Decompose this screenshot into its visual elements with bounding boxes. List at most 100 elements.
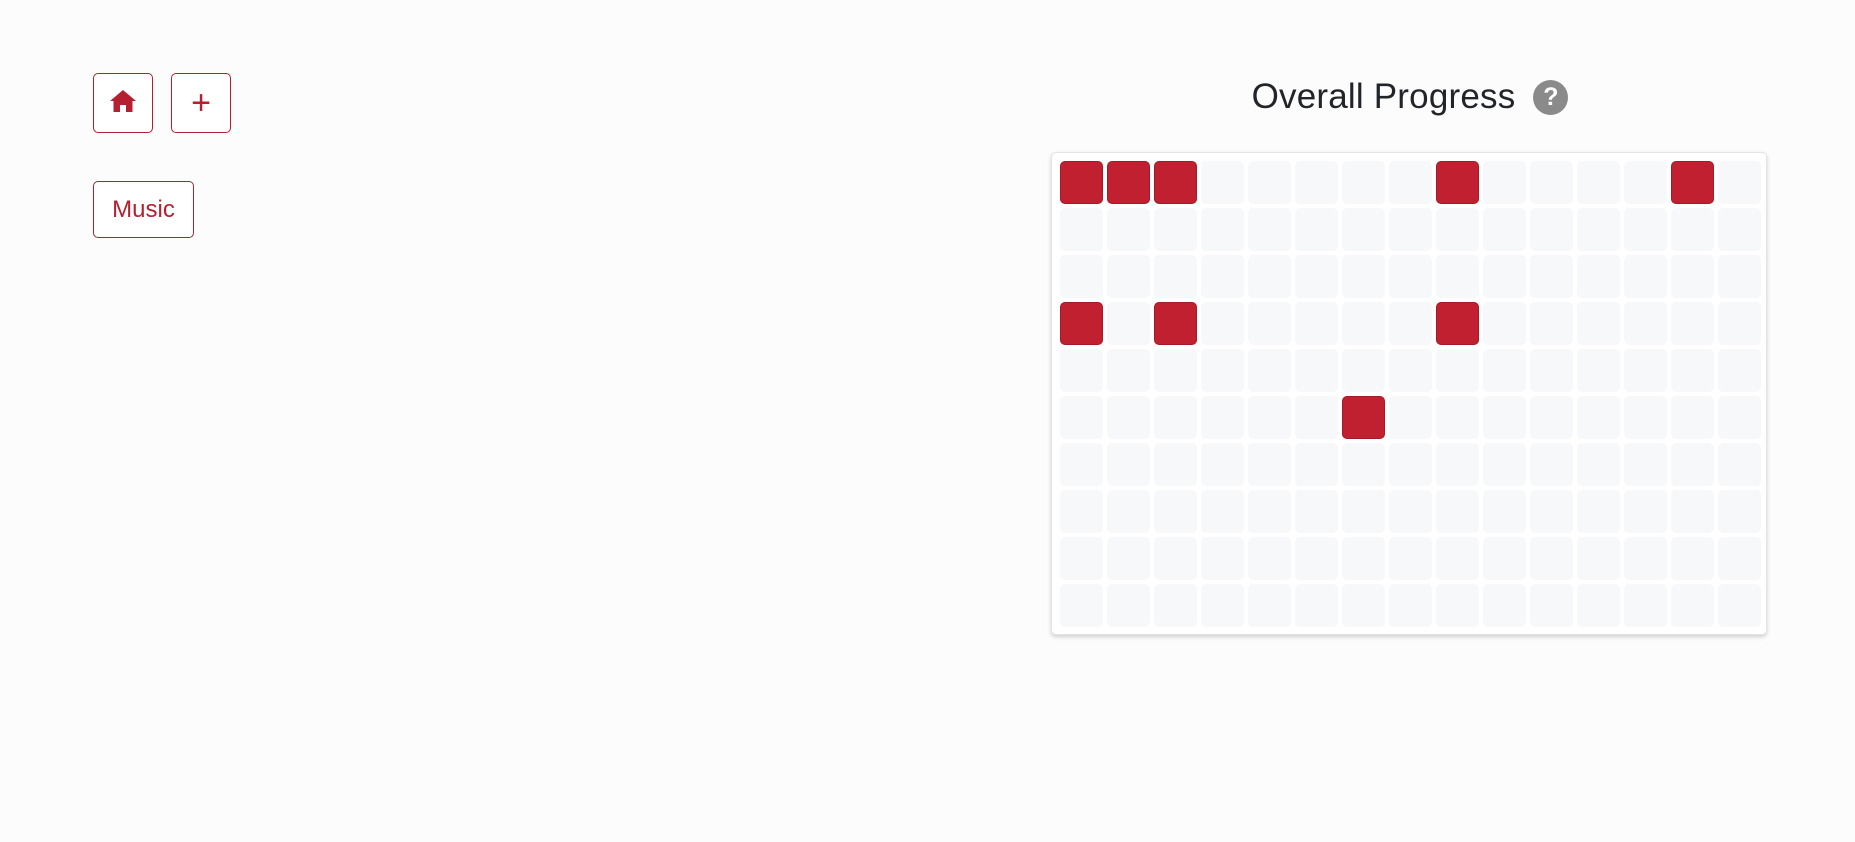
progress-cell-empty[interactable]: [1577, 349, 1620, 392]
progress-cell-empty[interactable]: [1624, 396, 1667, 439]
progress-cell-empty[interactable]: [1624, 584, 1667, 627]
progress-cell-empty[interactable]: [1718, 490, 1761, 533]
progress-cell-empty[interactable]: [1248, 490, 1291, 533]
progress-cell-empty[interactable]: [1342, 443, 1385, 486]
progress-cell-empty[interactable]: [1201, 396, 1244, 439]
progress-cell-empty[interactable]: [1624, 537, 1667, 580]
progress-cell-empty[interactable]: [1483, 537, 1526, 580]
progress-cell-empty[interactable]: [1154, 584, 1197, 627]
progress-cell-empty[interactable]: [1624, 443, 1667, 486]
progress-cell-empty[interactable]: [1624, 349, 1667, 392]
progress-cell-empty[interactable]: [1248, 161, 1291, 204]
progress-cell-empty[interactable]: [1154, 208, 1197, 251]
progress-cell-empty[interactable]: [1248, 349, 1291, 392]
progress-cell-empty[interactable]: [1483, 349, 1526, 392]
progress-cell-empty[interactable]: [1342, 584, 1385, 627]
progress-cell-empty[interactable]: [1248, 302, 1291, 345]
progress-cell-empty[interactable]: [1342, 255, 1385, 298]
progress-cell-empty[interactable]: [1436, 208, 1479, 251]
progress-cell-empty[interactable]: [1107, 584, 1150, 627]
progress-cell-empty[interactable]: [1530, 255, 1573, 298]
progress-cell-empty[interactable]: [1295, 255, 1338, 298]
progress-cell-empty[interactable]: [1718, 443, 1761, 486]
progress-cell-empty[interactable]: [1389, 537, 1432, 580]
progress-cell-filled[interactable]: [1671, 161, 1714, 204]
progress-cell-empty[interactable]: [1389, 584, 1432, 627]
progress-cell-filled[interactable]: [1060, 302, 1103, 345]
progress-cell-empty[interactable]: [1201, 255, 1244, 298]
progress-cell-filled[interactable]: [1060, 161, 1103, 204]
progress-cell-empty[interactable]: [1342, 302, 1385, 345]
progress-cell-empty[interactable]: [1624, 302, 1667, 345]
progress-cell-empty[interactable]: [1530, 584, 1573, 627]
progress-cell-filled[interactable]: [1107, 161, 1150, 204]
progress-cell-empty[interactable]: [1671, 302, 1714, 345]
progress-cell-empty[interactable]: [1248, 396, 1291, 439]
progress-cell-empty[interactable]: [1248, 255, 1291, 298]
progress-cell-empty[interactable]: [1718, 302, 1761, 345]
progress-cell-empty[interactable]: [1436, 443, 1479, 486]
progress-cell-empty[interactable]: [1671, 490, 1714, 533]
progress-cell-empty[interactable]: [1530, 349, 1573, 392]
progress-cell-empty[interactable]: [1671, 443, 1714, 486]
progress-cell-empty[interactable]: [1248, 443, 1291, 486]
progress-cell-empty[interactable]: [1577, 255, 1620, 298]
progress-cell-empty[interactable]: [1060, 443, 1103, 486]
progress-cell-empty[interactable]: [1530, 443, 1573, 486]
progress-cell-empty[interactable]: [1107, 349, 1150, 392]
home-button[interactable]: [93, 73, 153, 133]
progress-cell-empty[interactable]: [1060, 396, 1103, 439]
progress-cell-empty[interactable]: [1530, 208, 1573, 251]
progress-cell-empty[interactable]: [1107, 537, 1150, 580]
progress-cell-empty[interactable]: [1389, 349, 1432, 392]
progress-cell-empty[interactable]: [1530, 302, 1573, 345]
progress-cell-empty[interactable]: [1389, 208, 1432, 251]
progress-cell-empty[interactable]: [1107, 208, 1150, 251]
progress-cell-empty[interactable]: [1295, 161, 1338, 204]
progress-cell-empty[interactable]: [1201, 161, 1244, 204]
progress-cell-empty[interactable]: [1154, 443, 1197, 486]
progress-cell-empty[interactable]: [1154, 255, 1197, 298]
progress-cell-empty[interactable]: [1389, 443, 1432, 486]
progress-cell-empty[interactable]: [1671, 255, 1714, 298]
progress-cell-filled[interactable]: [1342, 396, 1385, 439]
progress-cell-empty[interactable]: [1248, 537, 1291, 580]
progress-cell-empty[interactable]: [1248, 584, 1291, 627]
progress-cell-empty[interactable]: [1483, 255, 1526, 298]
progress-cell-empty[interactable]: [1530, 490, 1573, 533]
progress-cell-empty[interactable]: [1436, 490, 1479, 533]
progress-cell-empty[interactable]: [1718, 537, 1761, 580]
progress-cell-empty[interactable]: [1718, 255, 1761, 298]
progress-cell-empty[interactable]: [1342, 161, 1385, 204]
progress-cell-empty[interactable]: [1436, 255, 1479, 298]
progress-cell-empty[interactable]: [1483, 584, 1526, 627]
progress-cell-empty[interactable]: [1342, 537, 1385, 580]
progress-cell-empty[interactable]: [1295, 302, 1338, 345]
progress-cell-empty[interactable]: [1295, 443, 1338, 486]
progress-cell-empty[interactable]: [1718, 208, 1761, 251]
progress-cell-empty[interactable]: [1107, 443, 1150, 486]
progress-cell-empty[interactable]: [1154, 396, 1197, 439]
progress-cell-empty[interactable]: [1248, 208, 1291, 251]
progress-cell-empty[interactable]: [1483, 208, 1526, 251]
progress-cell-empty[interactable]: [1483, 302, 1526, 345]
progress-cell-empty[interactable]: [1718, 161, 1761, 204]
progress-cell-empty[interactable]: [1107, 396, 1150, 439]
progress-cell-empty[interactable]: [1107, 255, 1150, 298]
progress-cell-empty[interactable]: [1107, 490, 1150, 533]
progress-cell-filled[interactable]: [1154, 161, 1197, 204]
progress-cell-empty[interactable]: [1671, 584, 1714, 627]
progress-cell-empty[interactable]: [1483, 443, 1526, 486]
progress-cell-empty[interactable]: [1530, 396, 1573, 439]
progress-cell-empty[interactable]: [1295, 396, 1338, 439]
progress-cell-empty[interactable]: [1483, 396, 1526, 439]
progress-cell-empty[interactable]: [1671, 396, 1714, 439]
progress-cell-empty[interactable]: [1671, 208, 1714, 251]
progress-cell-empty[interactable]: [1342, 490, 1385, 533]
progress-cell-filled[interactable]: [1154, 302, 1197, 345]
progress-cell-empty[interactable]: [1295, 208, 1338, 251]
progress-cell-empty[interactable]: [1577, 208, 1620, 251]
progress-cell-empty[interactable]: [1577, 396, 1620, 439]
progress-cell-empty[interactable]: [1060, 584, 1103, 627]
category-music-button[interactable]: Music: [93, 181, 194, 238]
